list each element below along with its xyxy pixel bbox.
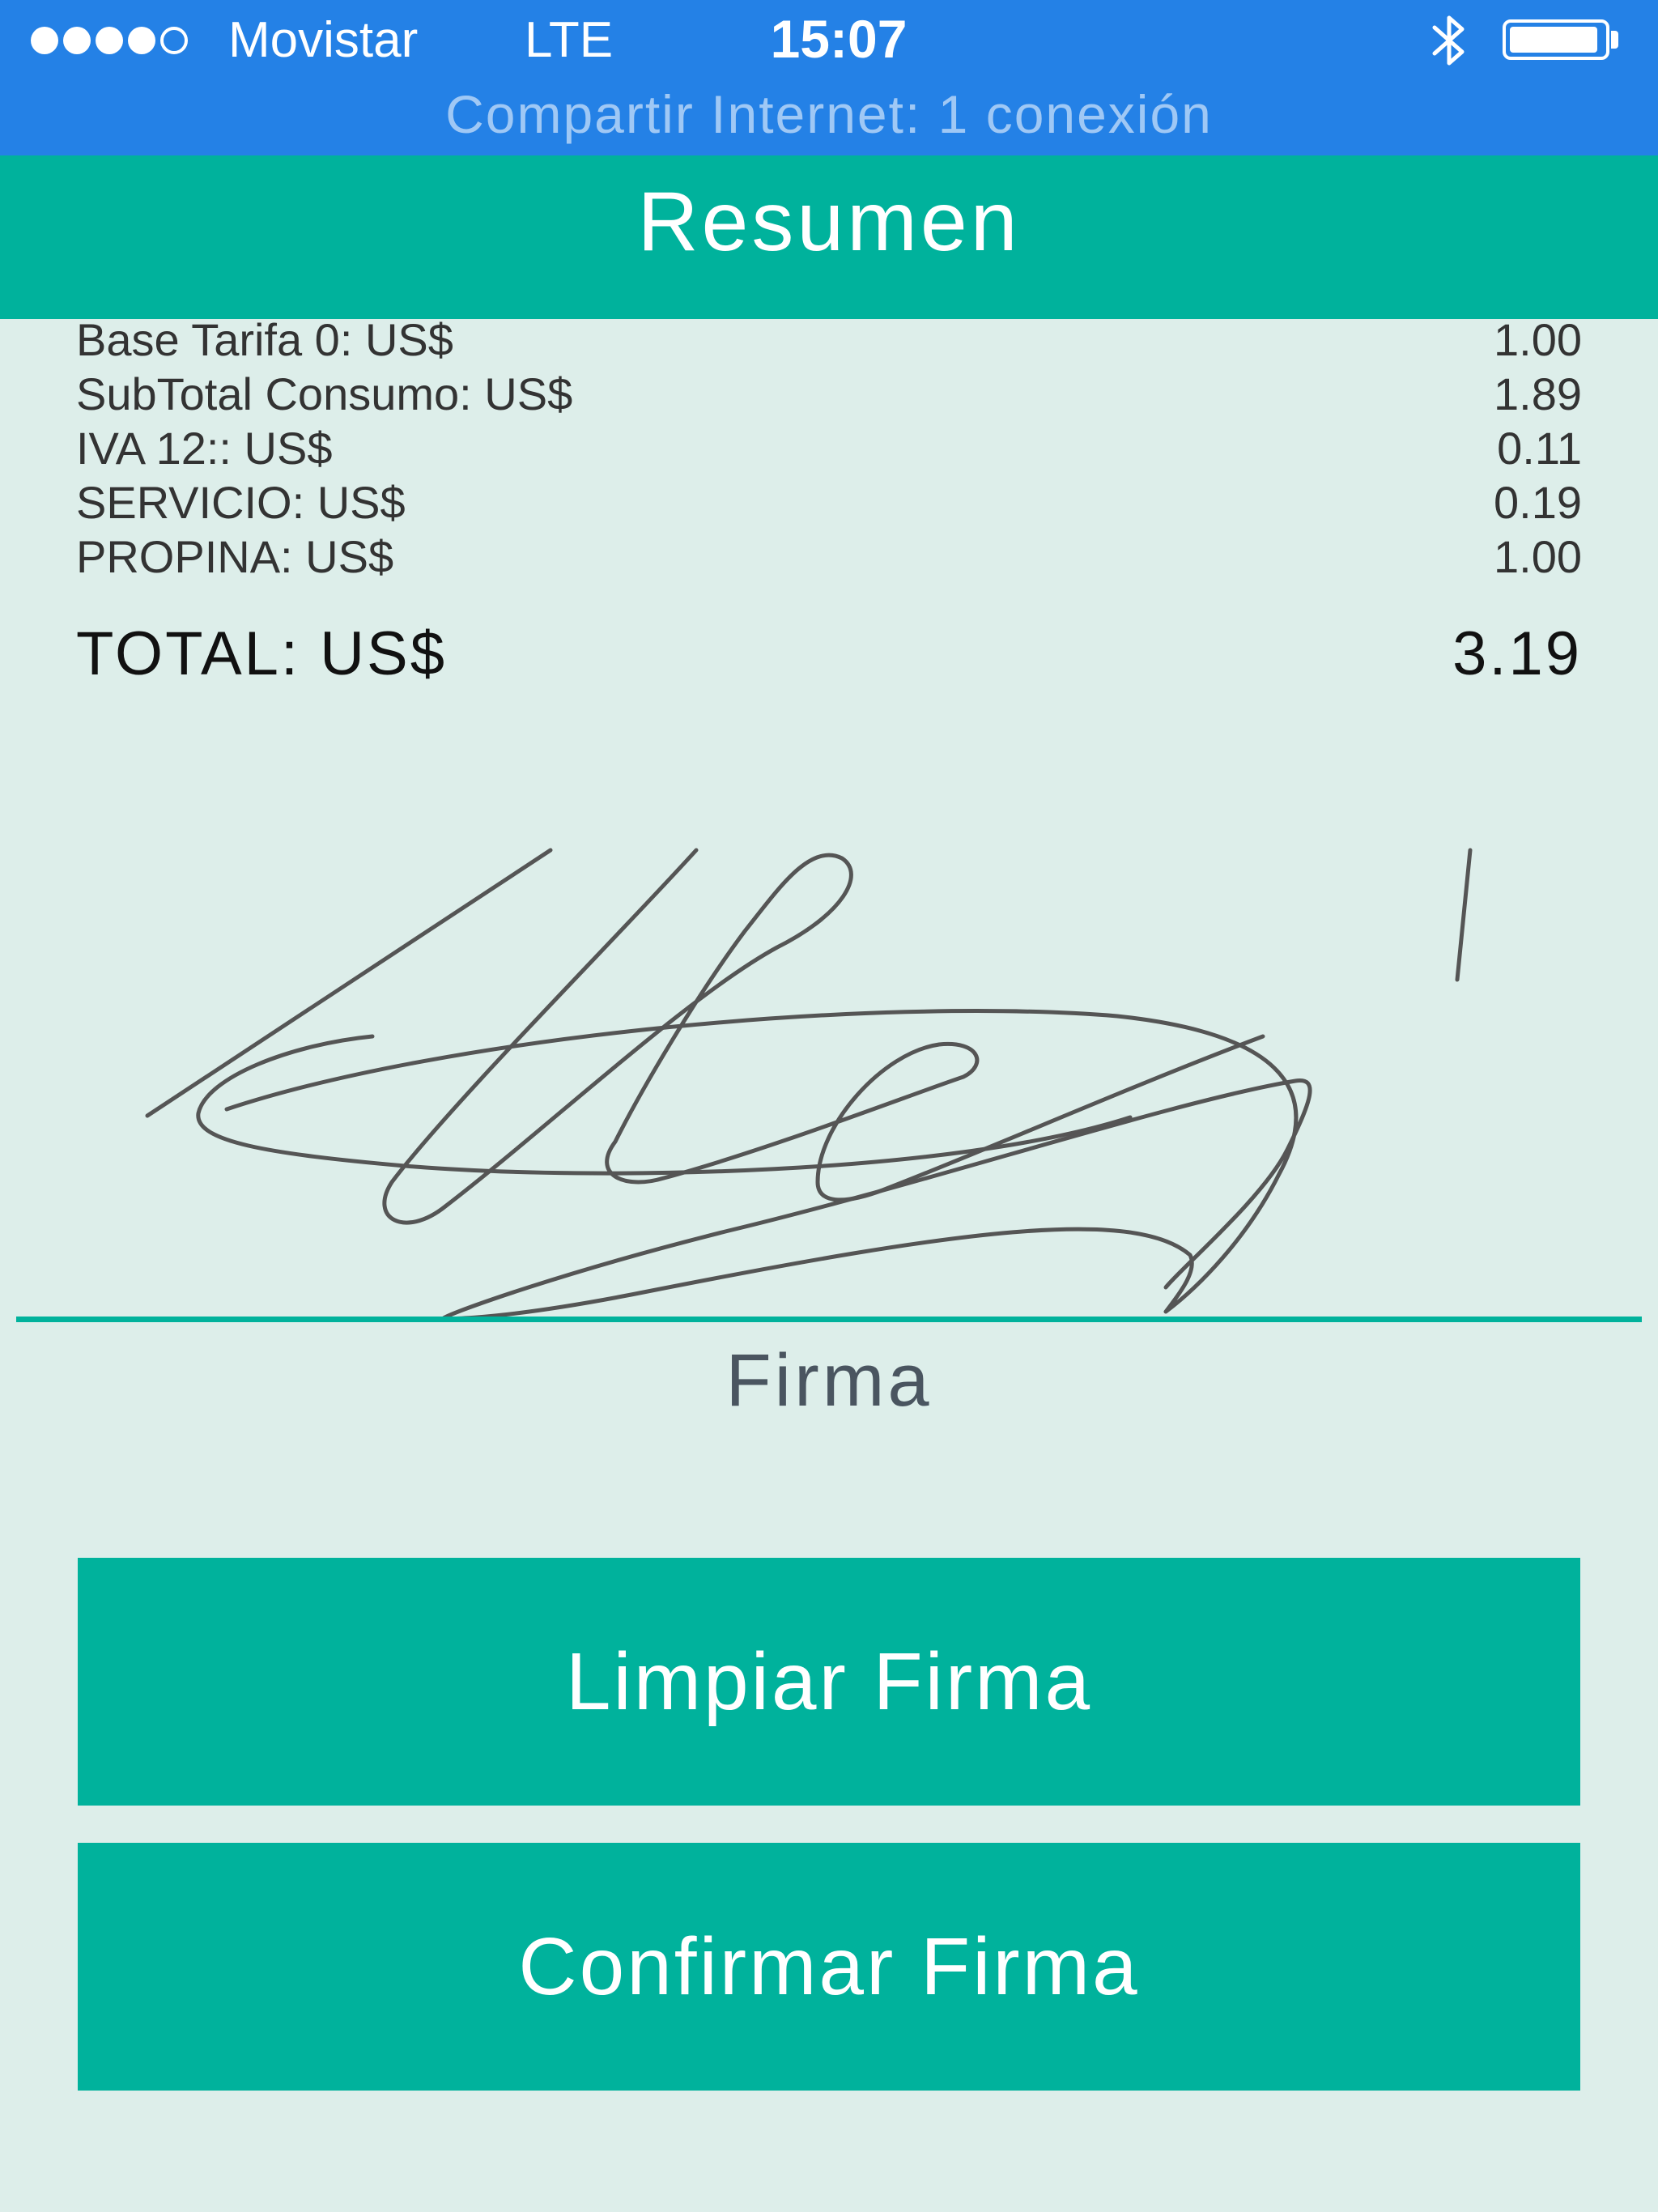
total-value: 3.19 bbox=[1452, 619, 1582, 688]
battery-tip bbox=[1611, 31, 1618, 49]
status-time-text: 15:07 bbox=[770, 9, 908, 69]
status-time: 15:07 bbox=[0, 10, 1658, 68]
summary-label: SubTotal Consumo: US$ bbox=[76, 368, 573, 419]
summary-total-row: TOTAL: US$ 3.19 bbox=[76, 619, 1582, 689]
signature-baseline bbox=[16, 1317, 1642, 1322]
summary-row-propina: PROPINA: US$ 1.00 bbox=[76, 530, 1582, 584]
battery-icon bbox=[1503, 19, 1609, 60]
summary-row-servicio: SERVICIO: US$ 0.19 bbox=[76, 475, 1582, 530]
bluetooth-icon bbox=[1432, 15, 1465, 66]
signature-stroke bbox=[1455, 848, 1473, 982]
signature-screen: Movistar LTE 15:07 Compartir Internet: 1… bbox=[0, 0, 1658, 2212]
summary-value: 0.19 bbox=[1494, 477, 1582, 528]
battery-level bbox=[1510, 27, 1598, 53]
clear-signature-button[interactable]: Limpiar Firma bbox=[78, 1558, 1580, 1806]
hotspot-banner[interactable]: Compartir Internet: 1 conexión bbox=[0, 84, 1658, 144]
summary-row-subtotal: SubTotal Consumo: US$ 1.89 bbox=[76, 367, 1582, 421]
signature-pad[interactable] bbox=[0, 834, 1658, 1328]
summary-list: Base Tarifa 0: US$ 1.00 SubTotal Consumo… bbox=[76, 313, 1582, 689]
summary-label: IVA 12:: US$ bbox=[76, 423, 333, 474]
summary-value: 1.89 bbox=[1494, 368, 1582, 419]
summary-label: PROPINA: US$ bbox=[76, 531, 394, 582]
status-bar: Movistar LTE 15:07 Compartir Internet: 1… bbox=[0, 0, 1658, 155]
summary-value: 1.00 bbox=[1494, 531, 1582, 582]
confirm-signature-button[interactable]: Confirmar Firma bbox=[78, 1843, 1580, 2091]
summary-value: 1.00 bbox=[1494, 314, 1582, 365]
summary-value: 0.11 bbox=[1497, 423, 1582, 474]
page-title: Resumen bbox=[637, 175, 1021, 269]
summary-row-iva: IVA 12:: US$ 0.11 bbox=[76, 421, 1582, 475]
total-label: TOTAL: US$ bbox=[76, 619, 447, 688]
signature-label: Firma bbox=[725, 1339, 933, 1422]
summary-label: Base Tarifa 0: US$ bbox=[76, 314, 453, 365]
header-bar: Resumen bbox=[0, 155, 1658, 319]
summary-row-base-tarifa: Base Tarifa 0: US$ 1.00 bbox=[76, 313, 1582, 367]
summary-label: SERVICIO: US$ bbox=[76, 477, 406, 528]
